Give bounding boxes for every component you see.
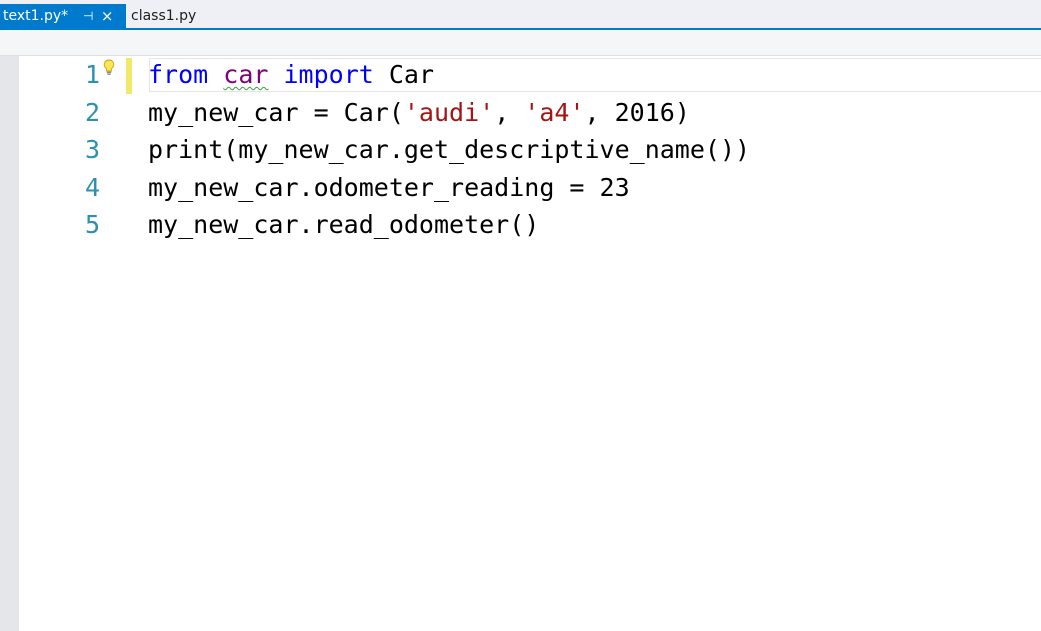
code-text: my_new_car.read_odometer() — [148, 206, 539, 243]
code-token: from — [148, 60, 209, 89]
code-token: 'a4' — [524, 97, 585, 127]
code-token: 'audi' — [403, 97, 495, 127]
document-tab-bar: text1.py* ⊣ × class1.py — [0, 0, 1041, 28]
code-token: , — [494, 97, 525, 127]
code-line[interactable]: 1 from car import Car — [19, 56, 1041, 93]
line-number: 4 — [84, 172, 100, 202]
code-token: my_new_car.odometer_reading = 23 — [148, 172, 630, 202]
line-number: 3 — [84, 135, 100, 164]
line-number: 2 — [84, 97, 100, 127]
pin-icon[interactable]: ⊣ — [81, 9, 95, 23]
code-line[interactable]: 3 print(my_new_car.get_descriptive_name()… — [19, 131, 1041, 168]
code-text: print(my_new_car.get_descriptive_name()) — [148, 131, 750, 168]
editor-left-margin — [0, 56, 19, 631]
code-text: my_new_car.odometer_reading = 23 — [148, 169, 630, 206]
code-token: print(my_new_car.get_descriptive_name()) — [148, 135, 751, 164]
code-text: from car import Car — [148, 56, 434, 93]
tab-label: class1.py — [131, 8, 197, 24]
code-line[interactable]: 4 my_new_car.odometer_reading = 23 — [19, 169, 1041, 206]
line-number: 5 — [84, 210, 100, 239]
navigation-bar — [0, 30, 1041, 56]
code-line[interactable]: 5 my_new_car.read_odometer() — [19, 206, 1041, 243]
code-token: import — [283, 60, 374, 89]
code-token: my_new_car = Car( — [148, 97, 404, 127]
tab-class1-py[interactable]: class1.py — [131, 4, 196, 28]
code-line[interactable]: 2 my_new_car = Car('audi', 'a4', 2016) — [19, 94, 1041, 131]
code-token: my_new_car.read_odometer() — [148, 210, 540, 239]
code-token: Car — [373, 60, 435, 89]
code-token: , 2016) — [584, 97, 690, 127]
code-editor[interactable]: 1 from car import Car 2 my_new_car = Car('a… — [19, 56, 1041, 631]
tab-label: text1.py* — [3, 8, 69, 24]
code-token: car — [223, 60, 269, 89]
tab-text1-py[interactable]: text1.py* ⊣ × — [0, 4, 126, 28]
close-icon[interactable]: × — [100, 7, 114, 25]
line-number: 1 — [84, 60, 100, 89]
code-text: my_new_car = Car('audi', 'a4', 2016) — [148, 94, 690, 131]
